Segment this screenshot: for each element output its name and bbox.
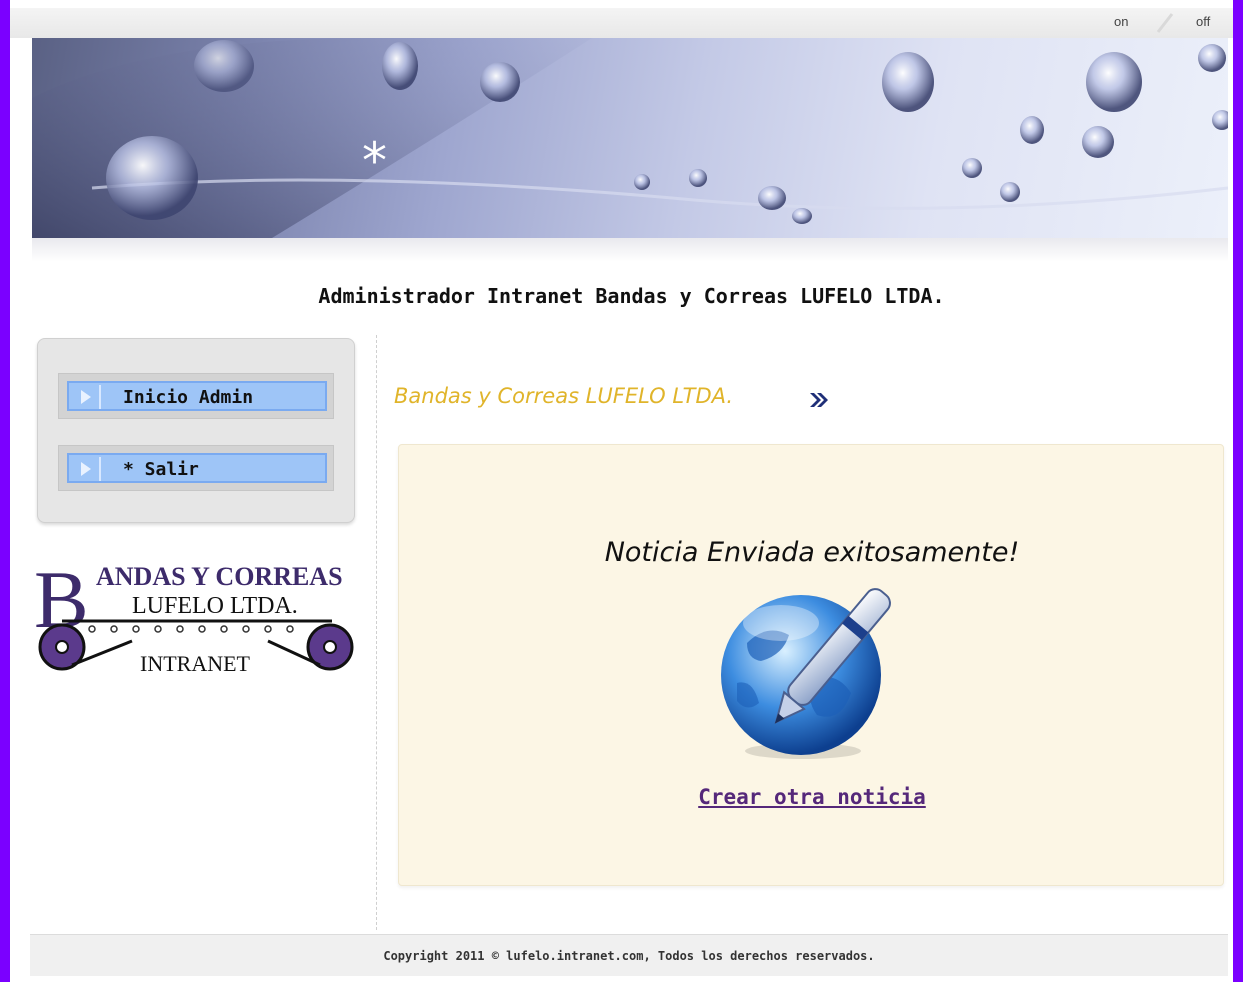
play-arrow-icon [71,457,101,481]
page-title: Administrador Intranet Bandas y Correas … [318,284,945,308]
copyright-text: Copyright 2011 © lufelo.intranet.com, To… [383,949,875,963]
toggle-switch-icon [1156,13,1174,33]
sidebar-item-salir[interactable]: * Salir [58,445,334,491]
page: on off * Administrador Intranet Bandas y… [10,0,1233,982]
globe-pen-icon [721,588,891,759]
sidebar-item-inicio-admin[interactable]: Inicio Admin [58,373,334,419]
sidebar-item-label: * Salir [123,459,199,480]
column-divider [376,335,377,930]
on-toggle[interactable]: on [1114,14,1128,29]
header-banner: * [32,38,1228,238]
company-logo: B ANDAS Y CORREAS LUFELO LTDA. INTRANET [34,555,354,676]
section-title: Bandas y Correas LUFELO LTDA. [394,384,734,408]
sidebar-item-label: Inicio Admin [123,387,254,408]
menu-button[interactable]: * Salir [67,453,327,483]
top-bar: on off [10,8,1233,38]
footer: Copyright 2011 © lufelo.intranet.com, To… [30,934,1228,976]
svg-text:*: * [362,132,387,190]
logo-line2: LUFELO LTDA. [132,593,298,619]
sidebar-menu: Inicio Admin * Salir [37,338,355,523]
off-toggle[interactable]: off [1196,14,1210,29]
double-chevron-right-icon [810,393,828,407]
menu-button[interactable]: Inicio Admin [67,381,327,411]
create-news-link[interactable]: Crear otra noticia [399,785,1225,809]
logo-line1: ANDAS Y CORREAS [96,562,343,591]
banner-shadow [32,238,1228,262]
water-drops-image: * [32,38,1228,238]
play-arrow-icon [71,385,101,409]
logo-line3: INTRANET [140,651,251,676]
content-panel: Noticia Enviada exitosamente! Crear otra… [398,444,1224,886]
success-message: Noticia Enviada exitosamente! [604,537,1020,568]
